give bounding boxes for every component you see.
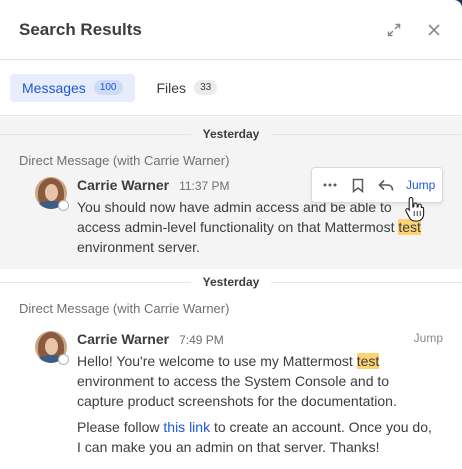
tab-files-label: Files — [156, 79, 187, 96]
message-part: environment to access the System Console… — [77, 373, 397, 409]
search-result-item[interactable]: Yesterday Direct Message (with Carrie Wa… — [0, 269, 462, 457]
date-separator: Yesterday — [0, 269, 462, 295]
post: Carrie Warner 7:49 PM Hello! You're welc… — [19, 317, 443, 457]
close-icon[interactable] — [424, 20, 444, 40]
message-text: You should now have admin access and be … — [77, 197, 439, 257]
avatar-face — [45, 338, 58, 355]
avatar[interactable] — [35, 331, 69, 365]
channel-header: Direct Message (with Carrie Warner) — [19, 301, 230, 316]
message-paragraph: Hello! You're welcome to use my Mattermo… — [77, 351, 439, 411]
author-name[interactable]: Carrie Warner — [77, 177, 169, 193]
message-part: environment server. — [77, 239, 200, 255]
search-highlight: test — [356, 353, 380, 369]
author-name[interactable]: Carrie Warner — [77, 331, 169, 347]
tab-files-count: 33 — [194, 80, 218, 95]
message-link[interactable]: this link — [163, 419, 210, 435]
message-part: Hello! You're welcome to use my Mattermo… — [77, 353, 357, 369]
search-results-list: Yesterday Direct Message (with Carrie Wa… — [0, 117, 462, 469]
status-offline-icon — [58, 200, 69, 211]
message-part: You should now have admin access and be … — [77, 199, 399, 235]
tab-files[interactable]: Files 33 — [145, 74, 230, 102]
expand-icon[interactable] — [384, 20, 404, 40]
more-actions-icon[interactable] — [318, 173, 342, 197]
avatar-face — [45, 184, 58, 201]
post-meta: Carrie Warner 7:49 PM — [77, 331, 439, 351]
message-paragraph: You should now have admin access and be … — [77, 197, 439, 257]
post-time[interactable]: 7:49 PM — [179, 333, 224, 347]
date-label: Yesterday — [190, 275, 272, 289]
message-text: Hello! You're welcome to use my Mattermo… — [77, 351, 439, 457]
date-label: Yesterday — [190, 127, 272, 141]
header-actions — [384, 20, 444, 40]
message-paragraph: Please follow this link to create an acc… — [77, 417, 439, 457]
message-part: Please follow — [77, 419, 164, 435]
panel-title: Search Results — [19, 19, 142, 39]
search-tabs: Messages 100 Files 33 — [0, 60, 462, 116]
search-results-panel: Search Results Messages 100 Files 33 Yes… — [0, 0, 462, 469]
jump-link[interactable]: Jump — [406, 178, 435, 192]
tab-messages-label: Messages — [22, 79, 86, 96]
channel-header: Direct Message (with Carrie Warner) — [19, 153, 230, 168]
post-time[interactable]: 11:37 PM — [179, 179, 229, 193]
date-separator: Yesterday — [0, 121, 462, 147]
tab-messages-count: 100 — [93, 80, 123, 95]
panel-header: Search Results — [0, 0, 462, 60]
reply-icon[interactable] — [374, 173, 398, 197]
jump-link[interactable]: Jump — [414, 331, 443, 345]
status-offline-icon — [58, 354, 69, 365]
search-result-item[interactable]: Yesterday Direct Message (with Carrie Wa… — [0, 117, 462, 269]
tab-messages[interactable]: Messages 100 — [10, 73, 135, 102]
post: Carrie Warner 11:37 PM You should now ha… — [19, 167, 443, 257]
post-body: Carrie Warner 7:49 PM Hello! You're welc… — [77, 331, 443, 457]
save-bookmark-icon[interactable] — [346, 173, 370, 197]
hand-pointer-cursor-icon — [405, 196, 425, 222]
avatar[interactable] — [35, 177, 69, 211]
